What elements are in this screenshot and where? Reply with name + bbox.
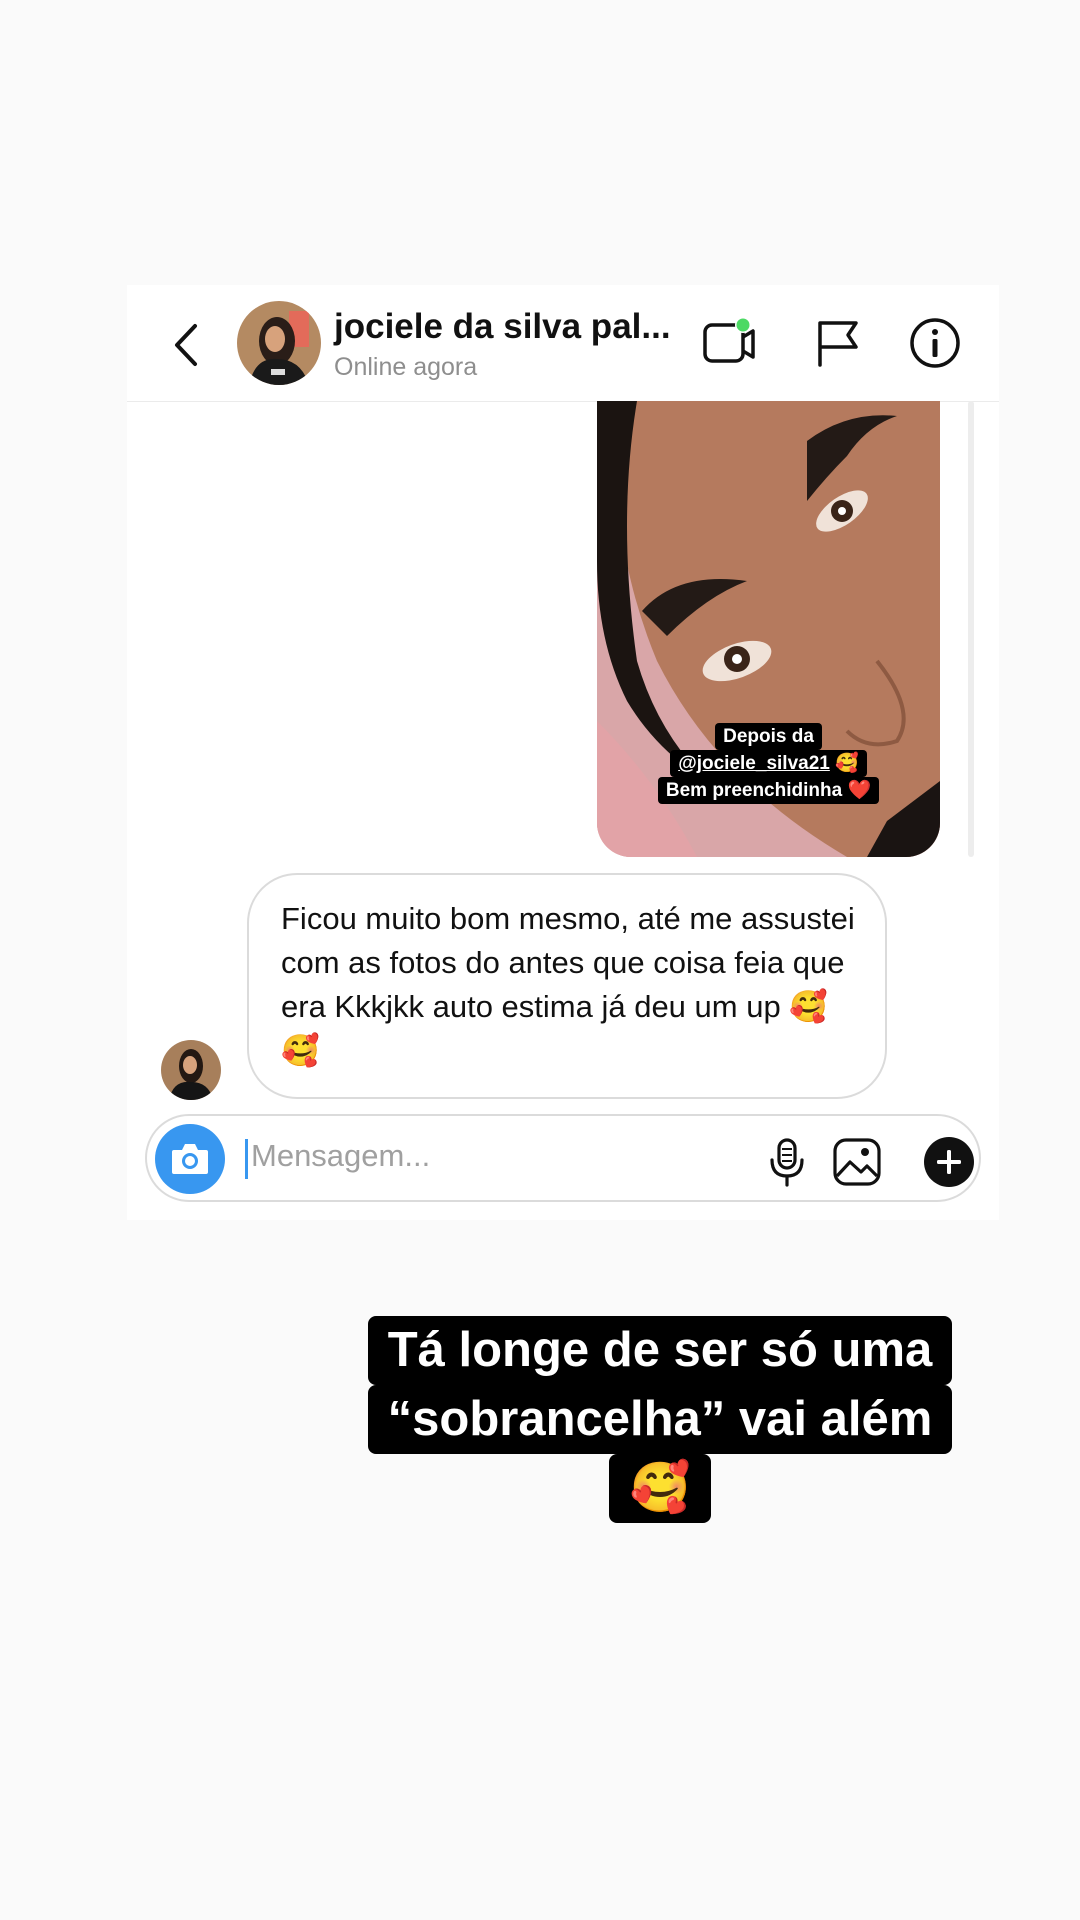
photo-caption: Depois da @jociele_silva21 🥰 Bem preench…: [597, 723, 940, 804]
sender-avatar[interactable]: [161, 1040, 221, 1100]
info-icon: [910, 318, 960, 368]
story-emoji: 🥰: [609, 1454, 711, 1523]
video-call-icon: [703, 317, 755, 363]
caption-mention-link[interactable]: @jociele_silva21: [678, 753, 830, 774]
received-message-bubble[interactable]: Ficou muito bom mesmo, até me assustei c…: [247, 873, 887, 1099]
direct-message-screenshot: jociele da silva pal... Online agora Dep…: [127, 285, 999, 1220]
story-text-line: Tá longe de ser só uma: [367, 1316, 953, 1385]
caption-emoji: 🥰: [835, 753, 859, 774]
text-cursor: [245, 1139, 248, 1179]
plus-icon: [924, 1137, 974, 1187]
caption-line: Bem preenchidinha ❤️: [657, 777, 880, 804]
chat-header: jociele da silva pal... Online agora: [127, 285, 999, 402]
info-button[interactable]: [907, 315, 963, 371]
gallery-icon: [833, 1138, 881, 1186]
camera-button[interactable]: [155, 1124, 225, 1194]
caption-line: Depois da: [715, 723, 822, 750]
message-composer: Mensagem...: [145, 1114, 981, 1202]
story-text-overlay: Tá longe de ser só uma “sobrancelha” vai…: [340, 1316, 980, 1523]
report-button[interactable]: [810, 315, 866, 371]
voice-message-button[interactable]: [761, 1136, 813, 1188]
microphone-icon: [770, 1138, 804, 1187]
gallery-button[interactable]: [831, 1136, 883, 1188]
shared-story-photo[interactable]: Depois da @jociele_silva21 🥰 Bem preench…: [597, 401, 940, 857]
scrollbar[interactable]: [968, 401, 974, 857]
video-call-button[interactable]: [701, 315, 757, 371]
heart-emoji: ❤️: [847, 780, 872, 801]
contact-avatar[interactable]: [237, 301, 321, 385]
online-status: Online agora: [334, 353, 478, 381]
flag-icon: [818, 321, 858, 367]
contact-name[interactable]: jociele da silva pal...: [334, 307, 674, 347]
back-button[interactable]: [165, 320, 205, 370]
camera-icon: [172, 1144, 208, 1174]
caption-text: Bem preenchidinha: [665, 780, 843, 801]
back-icon: [175, 324, 197, 366]
message-text: Ficou muito bom mesmo, até me assustei c…: [281, 901, 855, 1068]
caption-mention-line: @jociele_silva21 🥰: [670, 750, 867, 777]
more-options-button[interactable]: [923, 1136, 975, 1188]
story-text-line: “sobrancelha” vai além: [367, 1385, 953, 1454]
message-input[interactable]: Mensagem...: [251, 1138, 611, 1174]
